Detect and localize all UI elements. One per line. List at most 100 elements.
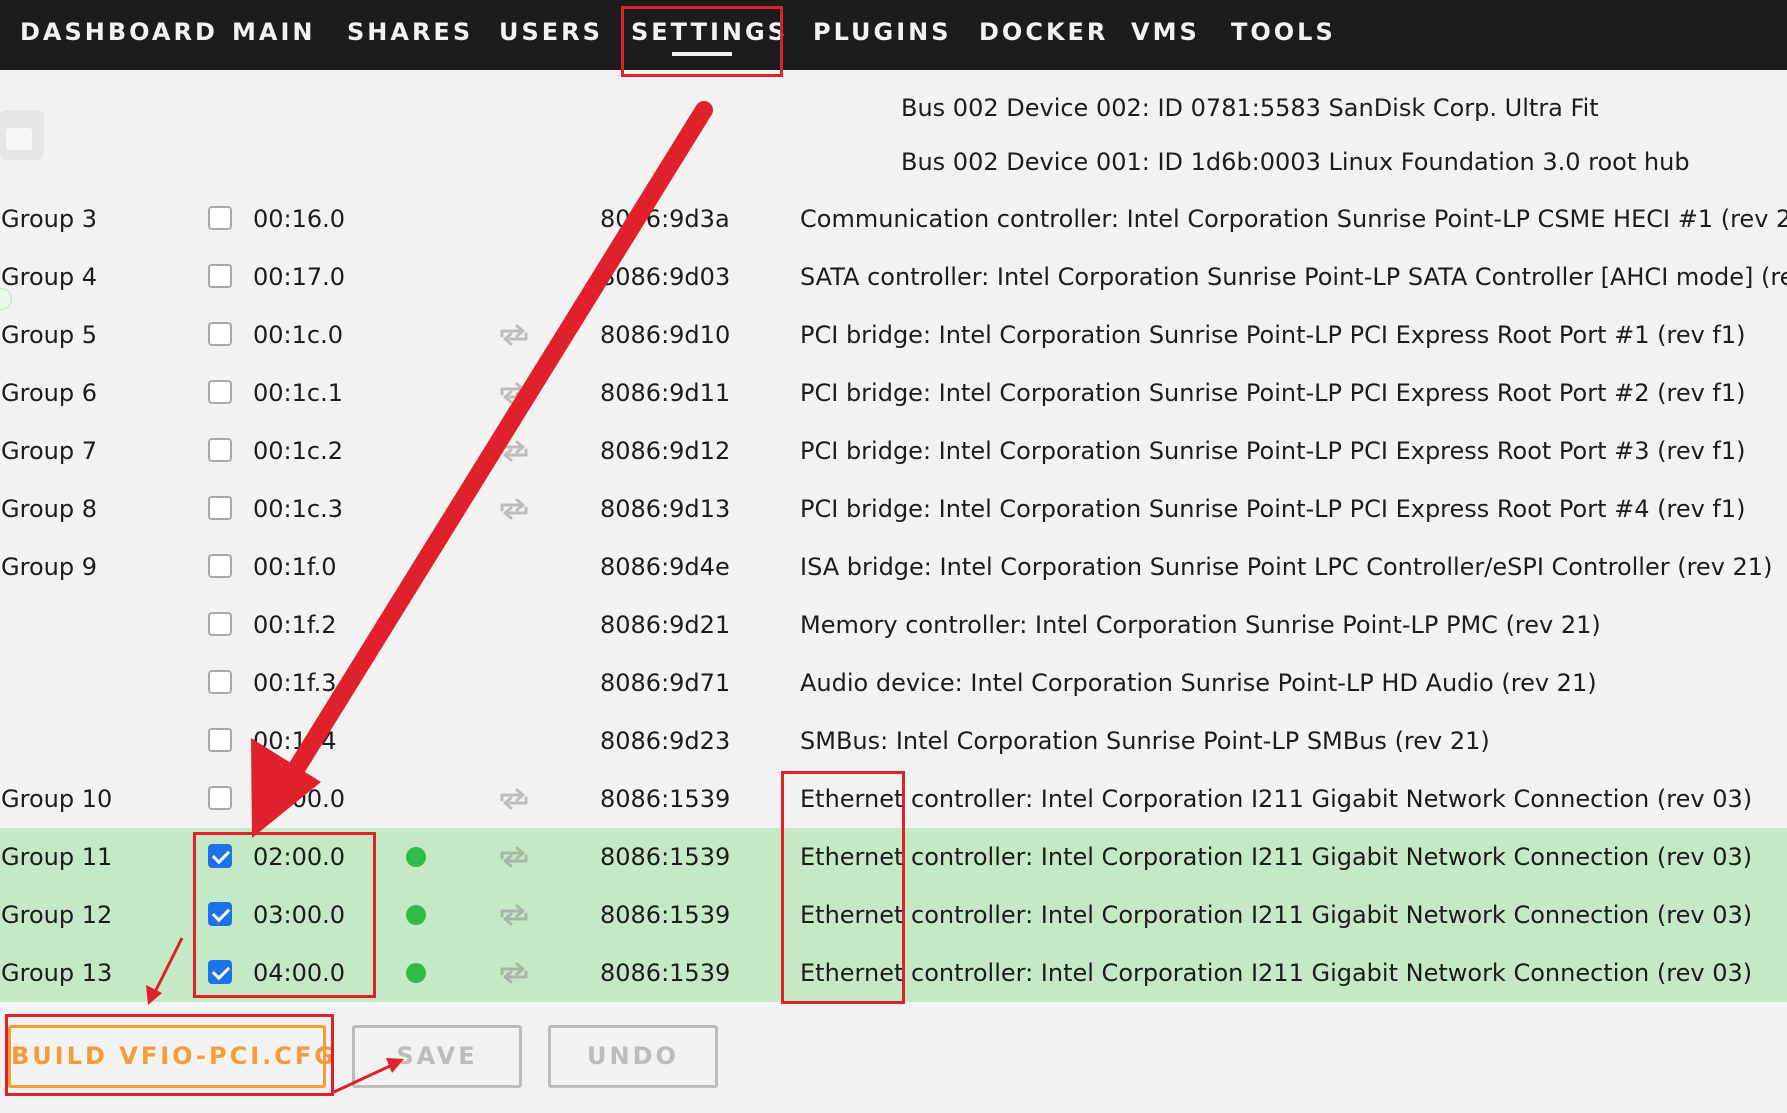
vendor-device-id: 8086:9d4e (600, 553, 730, 581)
device-description: PCI bridge: Intel Corporation Sunrise Po… (800, 437, 1746, 465)
device-description: Ethernet controller: Intel Corporation I… (800, 843, 1753, 871)
nav-tools[interactable]: TOOLS (1231, 0, 1336, 64)
bind-checkbox[interactable] (208, 612, 232, 636)
bind-checkbox[interactable] (208, 902, 232, 926)
device-description: Memory controller: Intel Corporation Sun… (800, 611, 1601, 639)
pci-address: 00:1c.2 (253, 437, 343, 465)
vendor-device-id: 8086:9d21 (600, 611, 731, 639)
table-row: 00:1f.4 8086:9d23 SMBus: Intel Corporati… (0, 712, 1787, 770)
reset-arrows-icon[interactable] (498, 322, 530, 348)
bind-checkbox[interactable] (208, 844, 232, 868)
bind-checkbox[interactable] (208, 264, 232, 288)
vendor-device-id: 8086:9d10 (600, 321, 731, 349)
group-label: Group 9 (1, 553, 97, 581)
bind-checkbox[interactable] (208, 380, 232, 404)
vendor-device-id: 8086:9d3a (600, 205, 730, 233)
bind-checkbox[interactable] (208, 670, 232, 694)
device-description: PCI bridge: Intel Corporation Sunrise Po… (800, 321, 1746, 349)
table-row: 00:1f.3 8086:9d71 Audio device: Intel Co… (0, 654, 1787, 712)
vendor-device-id: 8086:9d03 (600, 263, 731, 291)
usb-device-line: Bus 002 Device 001: ID 1d6b:0003 Linux F… (901, 148, 1690, 176)
bind-checkbox[interactable] (208, 728, 232, 752)
table-row-bound: Group 13 04:00.0 8086:1539 Ethernet cont… (0, 944, 1787, 1002)
table-row: Group 9 00:1f.0 8086:9d4e ISA bridge: In… (0, 538, 1787, 596)
device-description: Ethernet controller: Intel Corporation I… (800, 901, 1753, 929)
bind-checkbox[interactable] (208, 960, 232, 984)
group-label: Group 4 (1, 263, 97, 291)
table-row: Group 6 00:1c.1 8086:9d11 PCI bridge: In… (0, 364, 1787, 422)
group-label: Group 10 (1, 785, 113, 813)
vendor-device-id: 8086:9d12 (600, 437, 731, 465)
device-description: Audio device: Intel Corporation Sunrise … (800, 669, 1597, 697)
nav-vms[interactable]: VMS (1131, 0, 1200, 64)
table-row: Group 4 00:17.0 8086:9d03 SATA controlle… (0, 248, 1787, 306)
table-row: Group 8 00:1c.3 8086:9d13 PCI bridge: In… (0, 480, 1787, 538)
nav-main[interactable]: MAIN (232, 0, 315, 64)
group-label: Group 7 (1, 437, 97, 465)
pci-address: 00:1f.0 (253, 553, 337, 581)
reset-arrows-icon[interactable] (498, 902, 530, 928)
table-row-bound: Group 12 03:00.0 8086:1539 Ethernet cont… (0, 886, 1787, 944)
vendor-device-id: 8086:1539 (600, 901, 731, 929)
collapsed-panel-icon (6, 128, 32, 150)
nav-plugins[interactable]: PLUGINS (813, 0, 952, 64)
bind-checkbox[interactable] (208, 438, 232, 462)
top-navbar: DASHBOARD MAIN SHARES USERS SETTINGS PLU… (0, 0, 1787, 70)
pci-address: 01:00.0 (253, 785, 346, 813)
save-button[interactable]: SAVE (352, 1025, 522, 1088)
table-row-bound: Group 11 02:00.0 8086:1539 Ethernet cont… (0, 828, 1787, 886)
reset-arrows-icon[interactable] (498, 786, 530, 812)
group-label: Group 11 (1, 843, 113, 871)
table-row: Group 5 00:1c.0 8086:9d10 PCI bridge: In… (0, 306, 1787, 364)
reset-arrows-icon[interactable] (498, 380, 530, 406)
nav-dashboard[interactable]: DASHBOARD (20, 0, 218, 64)
bound-status-dot (406, 847, 426, 867)
nav-docker[interactable]: DOCKER (979, 0, 1108, 64)
pci-address: 00:1f.3 (253, 669, 337, 697)
table-row: 00:1f.2 8086:9d21 Memory controller: Int… (0, 596, 1787, 654)
reset-arrows-icon[interactable] (498, 496, 530, 522)
pci-address: 00:1c.1 (253, 379, 343, 407)
nav-active-indicator (672, 52, 732, 56)
vendor-device-id: 8086:1539 (600, 785, 731, 813)
usb-device-line: Bus 002 Device 002: ID 0781:5583 SanDisk… (901, 94, 1599, 122)
device-description: Ethernet controller: Intel Corporation I… (800, 785, 1753, 813)
group-label: Group 5 (1, 321, 97, 349)
group-label: Group 12 (1, 901, 113, 929)
reset-arrows-icon[interactable] (498, 844, 530, 870)
device-description: SATA controller: Intel Corporation Sunri… (800, 263, 1787, 291)
bind-checkbox[interactable] (208, 206, 232, 230)
bind-checkbox[interactable] (208, 554, 232, 578)
build-vfio-cfg-button[interactable]: BUILD VFIO-PCI.CFG (8, 1025, 334, 1088)
reset-arrows-icon[interactable] (498, 960, 530, 986)
device-description: PCI bridge: Intel Corporation Sunrise Po… (800, 379, 1746, 407)
pci-address: 00:1c.0 (253, 321, 343, 349)
pci-address: 00:1c.3 (253, 495, 343, 523)
group-label: Group 8 (1, 495, 97, 523)
group-label: Group 13 (1, 959, 113, 987)
pci-address: 02:00.0 (253, 843, 346, 871)
pci-address: 00:17.0 (253, 263, 346, 291)
undo-button[interactable]: UNDO (548, 1025, 718, 1088)
pci-address: 03:00.0 (253, 901, 346, 929)
pci-address: 04:00.0 (253, 959, 346, 987)
vendor-device-id: 8086:9d11 (600, 379, 731, 407)
nav-shares[interactable]: SHARES (347, 0, 473, 64)
pci-address: 00:1f.4 (253, 727, 337, 755)
table-row: Group 10 01:00.0 8086:1539 Ethernet cont… (0, 770, 1787, 828)
vendor-device-id: 8086:1539 (600, 843, 731, 871)
device-description: PCI bridge: Intel Corporation Sunrise Po… (800, 495, 1746, 523)
reset-arrows-icon[interactable] (498, 438, 530, 464)
pci-address: 00:16.0 (253, 205, 346, 233)
device-description: Communication controller: Intel Corporat… (800, 205, 1787, 233)
vendor-device-id: 8086:9d13 (600, 495, 731, 523)
bind-checkbox[interactable] (208, 786, 232, 810)
bind-checkbox[interactable] (208, 322, 232, 346)
table-row: Group 7 00:1c.2 8086:9d12 PCI bridge: In… (0, 422, 1787, 480)
nav-users[interactable]: USERS (499, 0, 603, 64)
bind-checkbox[interactable] (208, 496, 232, 520)
device-description: Ethernet controller: Intel Corporation I… (800, 959, 1753, 987)
group-label: Group 3 (1, 205, 97, 233)
pci-address: 00:1f.2 (253, 611, 337, 639)
bound-status-dot (406, 963, 426, 983)
